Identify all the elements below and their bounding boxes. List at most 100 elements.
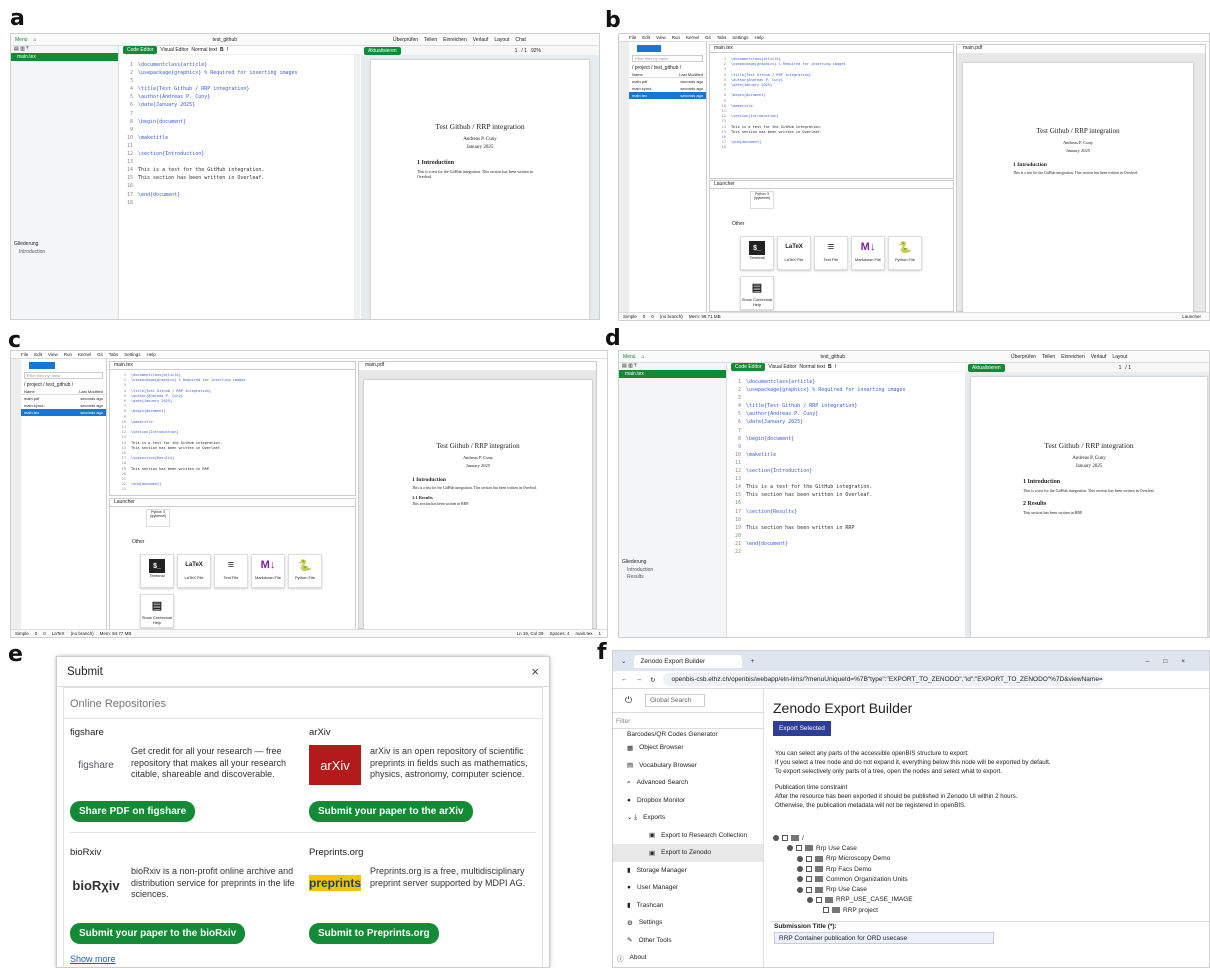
col-name[interactable]: Name xyxy=(632,71,643,77)
menu-item[interactable]: Edit xyxy=(34,352,42,357)
recompile-button[interactable]: Aktualisieren xyxy=(968,363,1005,372)
italic-icon[interactable]: I xyxy=(835,364,836,370)
col-name[interactable]: Name xyxy=(24,388,35,394)
new-tab-icon[interactable]: + xyxy=(750,658,754,665)
menu-item[interactable]: Help xyxy=(147,352,156,357)
list-item[interactable]: main.pdf seconds ago xyxy=(21,395,106,402)
review-button[interactable]: Überprüfen xyxy=(1011,354,1036,360)
tree-node[interactable]: Rrp Facs Demo xyxy=(773,864,913,874)
home-icon[interactable]: ⌂ xyxy=(34,37,37,43)
sidebar-item-storage[interactable]: ▮ Storage Manager xyxy=(613,862,763,880)
launcher-card[interactable]: M↓ Markdown File xyxy=(251,554,285,588)
share-button[interactable]: Teilen xyxy=(1042,354,1055,360)
indent-setting[interactable]: Spaces: 4 xyxy=(549,631,569,636)
menu-item[interactable]: Edit xyxy=(642,35,650,40)
menu-item[interactable]: Tabs xyxy=(109,352,119,357)
sidebar-item-exports[interactable]: ⌄ ⤓ Exports xyxy=(613,809,763,827)
history-button[interactable]: Verlauf xyxy=(1091,354,1107,360)
share-button[interactable]: Teilen xyxy=(424,37,437,43)
sidebar-item-dropbox[interactable]: ● Dropbox Monitor xyxy=(613,792,763,810)
menu-item[interactable]: View xyxy=(656,35,666,40)
file-main-tex[interactable]: main.tex xyxy=(11,53,118,61)
launcher-card[interactable]: 🐍 Python File xyxy=(888,236,922,270)
menu-item[interactable]: Git xyxy=(705,35,711,40)
menu-item[interactable]: Run xyxy=(672,35,680,40)
menu-item[interactable]: File xyxy=(629,35,636,40)
launcher-card[interactable]: ▤ Show Contextual Help xyxy=(740,276,774,310)
submit-biorxiv-button[interactable]: Submit your paper to the bioRxiv xyxy=(70,923,246,944)
sidebar-item-export-research[interactable]: ▣ Export to Research Collection xyxy=(613,827,763,845)
chat-button[interactable]: Chat xyxy=(515,37,526,43)
page-number[interactable]: 1 xyxy=(515,48,518,54)
sidebar-item-trashcan[interactable]: ▮ Trashcan xyxy=(613,897,763,915)
tab-list-icon[interactable]: ⌄ xyxy=(621,657,626,665)
sidebar-item-object-browser[interactable]: ▦ Object Browser xyxy=(613,739,763,757)
tex-editor[interactable]: main.tex 1 \documentclass{article} 2 \usepa… xyxy=(109,361,356,496)
menu-item[interactable]: Kernel xyxy=(686,35,699,40)
sidebar-item-other-tools[interactable]: ✎ Other Tools xyxy=(613,932,763,950)
submit-button[interactable]: Einreichen xyxy=(1061,354,1085,360)
sidebar-item-export-zenodo[interactable]: ▣ Export to Zenodo xyxy=(613,844,763,862)
launcher-card[interactable]: LaTeX LaTeX File xyxy=(177,554,211,588)
tree-node[interactable]: Rrp Use Case xyxy=(773,884,913,894)
history-button[interactable]: Verlauf xyxy=(473,37,489,43)
list-item[interactable]: main.tex seconds ago xyxy=(629,92,706,99)
review-button[interactable]: Überprüfen xyxy=(393,37,418,43)
page-number[interactable]: 1 xyxy=(1119,365,1122,371)
back-icon[interactable]: ← xyxy=(621,676,628,683)
col-modified[interactable]: Last Modified xyxy=(679,71,703,77)
tree-node[interactable]: RRP project xyxy=(773,905,913,915)
browser-tab[interactable]: Zenodo Export Builder xyxy=(634,654,743,668)
tab-visual-editor[interactable]: Visual Editor xyxy=(768,364,796,370)
cursor-position[interactable]: Ln 19, Col 39 xyxy=(517,631,544,636)
menu-item[interactable]: Kernel xyxy=(78,352,91,357)
menu-item[interactable]: Settings xyxy=(732,35,748,40)
menu-item[interactable]: View xyxy=(48,352,58,357)
filter-files-input[interactable]: Filter files by name xyxy=(24,372,103,379)
text-style-select[interactable]: Normal text xyxy=(191,47,217,53)
menu-item[interactable]: Settings xyxy=(124,352,140,357)
layout-button[interactable]: Layout xyxy=(1112,354,1127,360)
submit-arxiv-button[interactable]: Submit your paper to the arXiv xyxy=(309,801,473,822)
close-icon[interactable]: × xyxy=(531,664,539,679)
menu-item[interactable]: File xyxy=(21,352,28,357)
launcher-card[interactable]: ≡ Text File xyxy=(814,236,848,270)
sidebar-item-settings[interactable]: ⚙ Settings xyxy=(613,914,763,932)
tree-node[interactable]: Common Organization Units xyxy=(773,874,913,884)
tab-main-pdf[interactable]: main.pdf xyxy=(359,362,596,370)
text-style-select[interactable]: Normal text xyxy=(799,364,825,370)
launcher-card[interactable]: LaTeX LaTeX File xyxy=(777,236,811,270)
tab-code-editor[interactable]: Code Editor xyxy=(731,363,766,371)
tab-visual-editor[interactable]: Visual Editor xyxy=(160,47,188,53)
recompile-button[interactable]: Aktualisieren xyxy=(364,46,401,55)
tab-main-tex[interactable]: main.tex xyxy=(110,362,355,370)
notification-count[interactable]: 1 xyxy=(598,631,601,636)
tree-node[interactable]: Rrp Use Case xyxy=(773,843,913,853)
global-search-input[interactable]: Global Search xyxy=(645,694,705,707)
python-kernel-card[interactable]: Python 3 (ipykernel) xyxy=(750,191,774,209)
filter-files-input[interactable]: Filter files by name xyxy=(632,55,703,62)
outline-header[interactable]: Gliederung xyxy=(14,241,38,247)
tree-node[interactable]: / xyxy=(773,833,913,843)
menu-button[interactable]: Menü xyxy=(623,354,636,360)
zoom-level[interactable]: 92% xyxy=(531,48,541,54)
list-item[interactable]: main.synct... seconds ago xyxy=(629,85,706,92)
tex-editor[interactable]: main.tex 1 \documentclass{article} 2 \usepa… xyxy=(709,44,954,179)
file-main-tex[interactable]: main.tex xyxy=(619,370,726,378)
menu-item[interactable]: Tabs xyxy=(717,35,727,40)
new-launcher-button[interactable] xyxy=(29,362,55,369)
home-icon[interactable]: ⌂ xyxy=(642,354,645,360)
list-item[interactable]: main.pdf seconds ago xyxy=(629,78,706,85)
list-item[interactable]: main.tex seconds ago xyxy=(21,409,106,416)
sidebar-item-advanced-search[interactable]: ⌕ Advanced Search xyxy=(613,774,763,792)
tree-node[interactable]: RRP_USE_CASE_IMAGE xyxy=(773,895,913,905)
layout-button[interactable]: Layout xyxy=(494,37,509,43)
window-controls[interactable]: –□× xyxy=(1146,658,1199,665)
export-selected-button[interactable]: Export Selected xyxy=(773,721,831,736)
launcher-card[interactable]: ≡ Text File xyxy=(214,554,248,588)
simple-toggle[interactable]: Simple xyxy=(623,314,637,319)
menu-button[interactable]: Menü xyxy=(15,37,28,43)
launcher-card[interactable]: 🐍 Python File xyxy=(288,554,322,588)
sidebar-item-vocabulary[interactable]: ▤ Vocabulary Browser xyxy=(613,757,763,775)
submit-preprints-button[interactable]: Submit to Preprints.org xyxy=(309,923,439,944)
